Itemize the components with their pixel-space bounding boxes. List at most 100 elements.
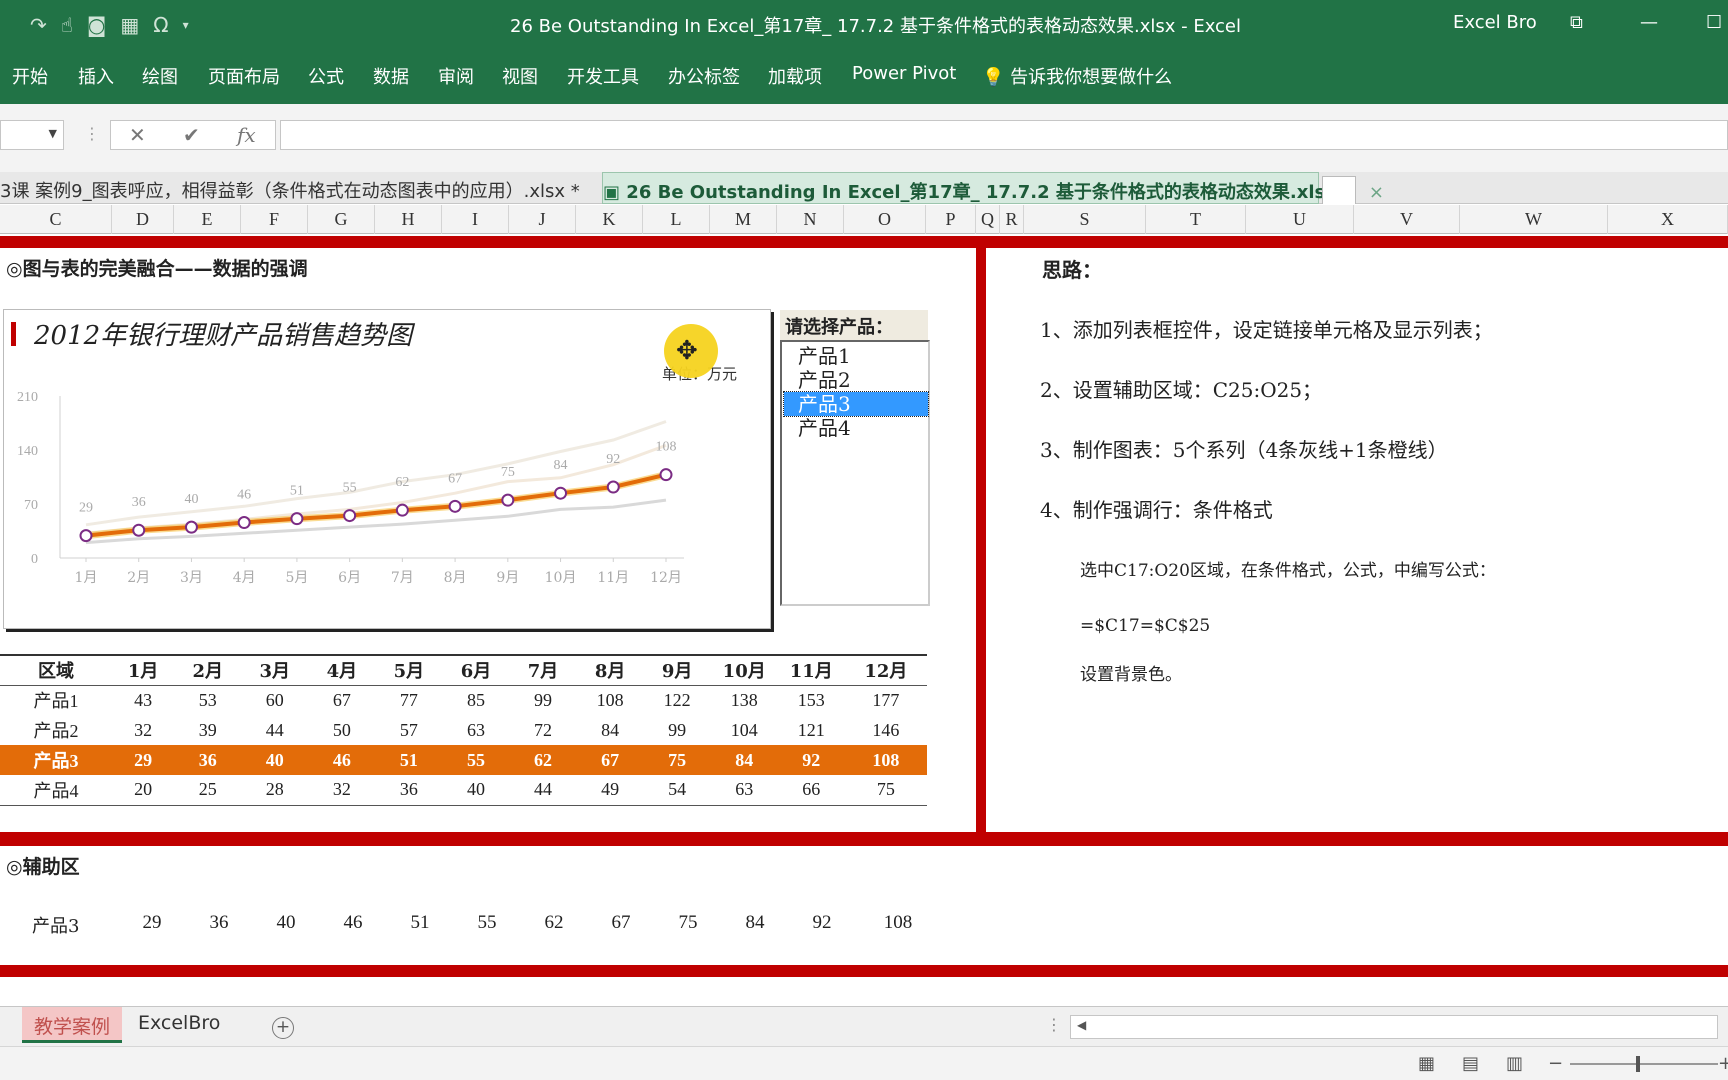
omega-icon[interactable]: Ω	[153, 13, 168, 37]
value-cell[interactable]: 75	[643, 745, 711, 775]
tab-view[interactable]: 视图	[502, 63, 538, 89]
aux-value-cell[interactable]: 108	[868, 912, 928, 934]
value-cell[interactable]: 32	[112, 715, 174, 745]
tab-insert[interactable]: 插入	[78, 63, 114, 89]
normal-view-icon[interactable]: ▦	[1418, 1053, 1435, 1074]
column-header[interactable]: P	[926, 205, 976, 234]
aux-value-cell[interactable]: 84	[725, 912, 785, 934]
value-cell[interactable]: 53	[174, 685, 241, 715]
column-header[interactable]: E	[174, 205, 241, 234]
value-cell[interactable]: 67	[308, 685, 375, 715]
user-name[interactable]: Excel Bro	[1453, 12, 1537, 33]
ribbon-display-icon[interactable]: ⧉	[1570, 12, 1583, 33]
column-header[interactable]: T	[1146, 205, 1246, 234]
value-cell[interactable]: 75	[844, 775, 927, 806]
calculator-icon[interactable]: ▦	[120, 13, 139, 37]
value-cell[interactable]: 92	[777, 745, 845, 775]
column-header[interactable]: L	[643, 205, 710, 234]
insert-function-icon[interactable]: fx	[237, 123, 256, 147]
listbox-item-selected[interactable]: 产品3	[783, 391, 929, 417]
aux-value-cell[interactable]: 62	[524, 912, 584, 934]
tab-office-tabs[interactable]: 办公标签	[668, 63, 740, 89]
listbox-item[interactable]: 产品1	[784, 344, 928, 368]
workbook-tab-2[interactable]: ▣ 26 Be Outstanding In Excel_第17章_ 17.7.…	[602, 172, 1384, 204]
value-cell[interactable]: 50	[308, 715, 375, 745]
value-cell[interactable]: 60	[241, 685, 308, 715]
value-cell[interactable]: 77	[375, 685, 442, 715]
aux-value-cell[interactable]: 92	[792, 912, 852, 934]
value-cell[interactable]: 84	[710, 745, 778, 775]
value-cell[interactable]: 66	[777, 775, 845, 806]
value-cell[interactable]: 28	[241, 775, 309, 806]
value-cell[interactable]: 99	[509, 685, 576, 715]
tab-draw[interactable]: 绘图	[142, 63, 178, 89]
touch-mode-icon[interactable]: ☝	[61, 13, 73, 37]
tab-page-layout[interactable]: 页面布局	[208, 63, 280, 89]
redo-icon[interactable]: ↷	[30, 13, 47, 37]
row-label-cell[interactable]: 产品1	[0, 685, 112, 715]
listbox-item[interactable]: 产品2	[784, 368, 928, 392]
tab-addins[interactable]: 加载项	[768, 63, 822, 89]
zoom-slider-thumb[interactable]	[1636, 1056, 1640, 1072]
line-chart[interactable]: 2012年银行理财产品销售趋势图 单位：万元 0701402101月2月3月4月…	[3, 309, 771, 629]
value-cell[interactable]: 104	[711, 715, 778, 745]
value-cell[interactable]: 138	[711, 685, 778, 715]
tab-data[interactable]: 数据	[373, 63, 409, 89]
column-header[interactable]: R	[1000, 205, 1024, 234]
column-header[interactable]: J	[509, 205, 576, 234]
column-header[interactable]: Q	[976, 205, 1000, 234]
value-cell[interactable]: 63	[442, 715, 509, 745]
aux-value-cell[interactable]: 29	[122, 912, 182, 934]
page-break-icon[interactable]: ▥	[1506, 1053, 1523, 1074]
column-header[interactable]: S	[1024, 205, 1146, 234]
column-header[interactable]: C	[0, 205, 112, 234]
aux-value-cell[interactable]: 75	[658, 912, 718, 934]
value-cell[interactable]: 46	[308, 745, 376, 775]
value-cell[interactable]: 108	[577, 685, 644, 715]
cancel-icon[interactable]: ✕	[129, 123, 146, 147]
minimize-icon[interactable]: —	[1640, 12, 1658, 33]
value-cell[interactable]: 63	[710, 775, 778, 806]
listbox-item[interactable]: 产品4	[784, 416, 928, 440]
value-cell[interactable]: 72	[509, 715, 576, 745]
column-header[interactable]: D	[112, 205, 174, 234]
close-icon[interactable]: ×	[1369, 182, 1384, 203]
value-cell[interactable]: 54	[643, 775, 711, 806]
column-header[interactable]: K	[576, 205, 643, 234]
value-cell[interactable]: 108	[844, 745, 927, 775]
zoom-out-icon[interactable]: −	[1548, 1053, 1563, 1074]
column-header[interactable]: X	[1608, 205, 1728, 234]
value-cell[interactable]: 67	[576, 745, 644, 775]
value-cell[interactable]: 99	[644, 715, 711, 745]
value-cell[interactable]: 51	[375, 745, 443, 775]
enter-icon[interactable]: ✔	[183, 123, 200, 147]
aux-value-cell[interactable]: 51	[390, 912, 450, 934]
row-label-cell[interactable]: 产品4	[0, 775, 113, 806]
aux-value-cell[interactable]: 40	[256, 912, 316, 934]
value-cell[interactable]: 29	[112, 745, 175, 775]
column-header[interactable]: I	[442, 205, 509, 234]
value-cell[interactable]: 40	[442, 775, 510, 806]
value-cell[interactable]: 57	[375, 715, 442, 745]
aux-value-cell[interactable]: 55	[457, 912, 517, 934]
maximize-icon[interactable]: ☐	[1706, 12, 1722, 33]
column-header[interactable]: O	[844, 205, 926, 234]
camera-icon[interactable]: ◙	[87, 13, 106, 37]
column-header[interactable]: M	[710, 205, 777, 234]
formula-input[interactable]	[280, 120, 1728, 150]
value-cell[interactable]: 44	[509, 775, 577, 806]
customize-qat-icon[interactable]: ▾	[183, 18, 189, 32]
add-sheet-icon[interactable]: +	[272, 1017, 294, 1039]
page-layout-icon[interactable]: ▤	[1462, 1053, 1479, 1074]
zoom-slider[interactable]	[1570, 1056, 1718, 1072]
value-cell[interactable]: 43	[112, 685, 174, 715]
value-cell[interactable]: 32	[308, 775, 376, 806]
column-header[interactable]: N	[777, 205, 844, 234]
value-cell[interactable]: 36	[375, 775, 443, 806]
column-header[interactable]: F	[241, 205, 308, 234]
tab-formulas[interactable]: 公式	[308, 63, 344, 89]
column-header[interactable]: U	[1246, 205, 1354, 234]
aux-value-cell[interactable]: 36	[189, 912, 249, 934]
value-cell[interactable]: 20	[112, 775, 175, 806]
column-header[interactable]: W	[1460, 205, 1608, 234]
